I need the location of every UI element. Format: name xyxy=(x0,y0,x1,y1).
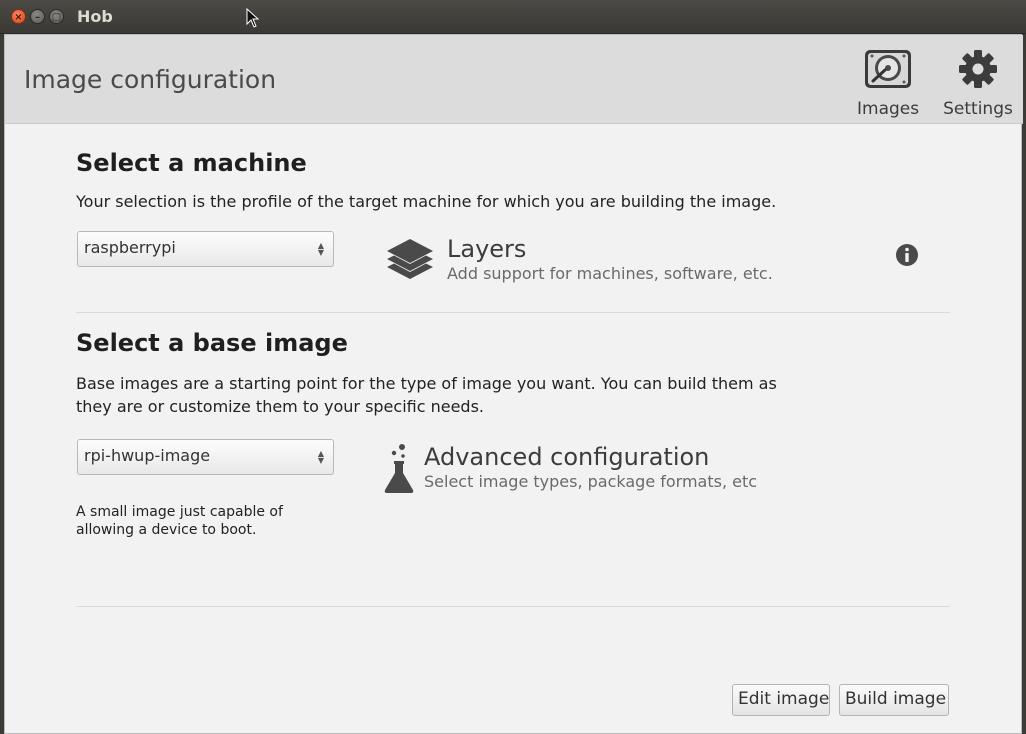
machine-select-value: raspberrypi xyxy=(84,238,176,257)
machine-select[interactable]: raspberrypi ▲ ▼ xyxy=(77,231,334,267)
flask-icon xyxy=(384,444,414,493)
base-image-section-title: Select a base image xyxy=(76,329,348,357)
mouse-cursor-icon xyxy=(246,8,260,28)
main-window: Image configuration Images Settings Sele… xyxy=(4,34,1023,734)
window-titlebar[interactable]: × – □ Hob xyxy=(0,0,1026,34)
info-icon[interactable] xyxy=(895,243,919,267)
hard-disk-icon xyxy=(865,50,911,88)
machine-description: Your selection is the profile of the tar… xyxy=(76,192,777,211)
base-image-selected-description: A small image just capable of allowing a… xyxy=(76,503,316,539)
settings-button[interactable]: Settings xyxy=(942,47,1014,119)
layers-subtitle: Add support for machines, software, etc. xyxy=(447,264,773,283)
machine-section-title: Select a machine xyxy=(76,149,307,177)
base-image-description-line2: they are or customize them to your speci… xyxy=(76,397,485,416)
images-button[interactable]: Images xyxy=(857,47,919,119)
footer-divider xyxy=(76,606,950,607)
base-image-description-line1: Base images are a starting point for the… xyxy=(76,374,777,393)
build-image-button[interactable]: Build image xyxy=(839,684,949,716)
combo-arrows-icon: ▲ ▼ xyxy=(317,241,324,257)
base-image-selected-desc-line2: allowing a device to boot. xyxy=(76,522,257,538)
settings-label: Settings xyxy=(943,99,1013,119)
page-title: Image configuration xyxy=(24,65,277,94)
section-divider xyxy=(76,312,950,313)
gear-icon xyxy=(959,50,997,88)
layers-title: Layers xyxy=(447,235,527,263)
layers-icon xyxy=(387,239,433,279)
window-maximize-button[interactable]: □ xyxy=(49,9,64,24)
window-close-button[interactable]: × xyxy=(11,9,26,24)
base-image-select[interactable]: rpi-hwup-image ▲ ▼ xyxy=(77,439,334,475)
combo-arrows-icon: ▲ ▼ xyxy=(317,449,324,465)
base-image-selected-desc-line1: A small image just capable of xyxy=(76,504,283,520)
advanced-configuration-subtitle: Select image types, package formats, etc xyxy=(424,472,758,491)
window-minimize-button[interactable]: – xyxy=(30,9,45,24)
images-label: Images xyxy=(857,99,920,119)
edit-image-button[interactable]: Edit image xyxy=(732,684,830,716)
header-bar: Image configuration Images Settings xyxy=(5,35,1023,124)
window-title: Hob xyxy=(77,7,113,26)
advanced-configuration-title: Advanced configuration xyxy=(424,443,710,471)
base-image-select-value: rpi-hwup-image xyxy=(84,446,211,465)
